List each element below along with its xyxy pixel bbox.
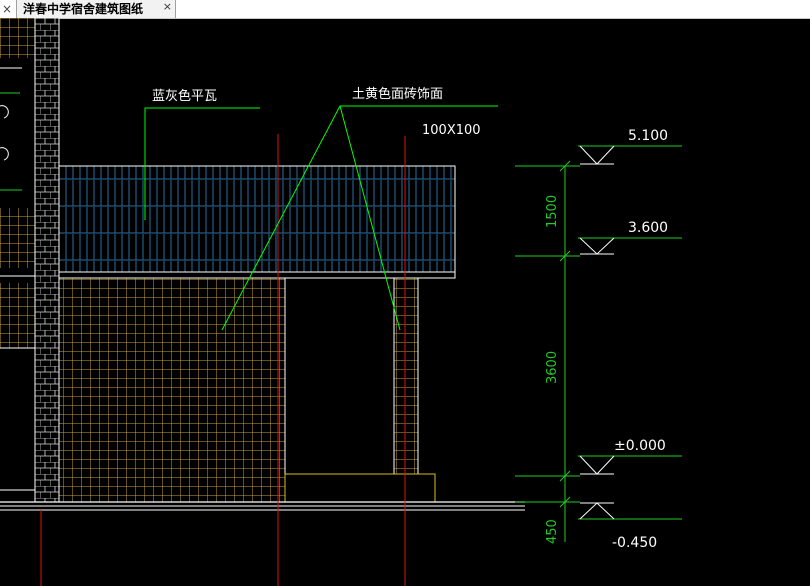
roof-height-dim: 1500: [545, 195, 560, 228]
elevation-top: 5.100: [628, 128, 668, 144]
door-opening: [284, 277, 395, 475]
elevation-markers: [578, 145, 682, 520]
left-building-fragment: [0, 18, 35, 491]
tab-bar: × 洋春中学宿舍建筑图纸 ×: [0, 0, 810, 19]
document-tab-title: 洋春中学宿舍建筑图纸: [23, 2, 144, 16]
entrance-step: [284, 473, 436, 503]
tiled-wall: [58, 277, 286, 503]
close-left-tab-icon[interactable]: ×: [0, 0, 14, 18]
tile-size-label: 100X100: [422, 123, 481, 138]
roof: [58, 165, 456, 279]
wall-height-dim: 3600: [545, 351, 560, 384]
drawing-canvas[interactable]: 蓝灰色平瓦 土黄色面砖饰面 100X100 1500 3600 450 5.10…: [0, 18, 810, 586]
ground-line: [0, 501, 525, 511]
base-height-dim: 450: [545, 519, 560, 544]
document-tab[interactable]: 洋春中学宿舍建筑图纸 ×: [16, 0, 176, 18]
elevation-base: -0.450: [612, 535, 657, 551]
brick-column: [34, 18, 60, 503]
elevation-eave: 3.600: [628, 220, 668, 236]
elevation-ground: ±0.000: [614, 438, 666, 454]
roof-tile-label: 蓝灰色平瓦: [152, 88, 217, 104]
wall-tile-label: 土黄色面砖饰面: [352, 86, 443, 102]
close-tab-icon[interactable]: ×: [163, 0, 172, 13]
tiled-column: [393, 277, 419, 475]
